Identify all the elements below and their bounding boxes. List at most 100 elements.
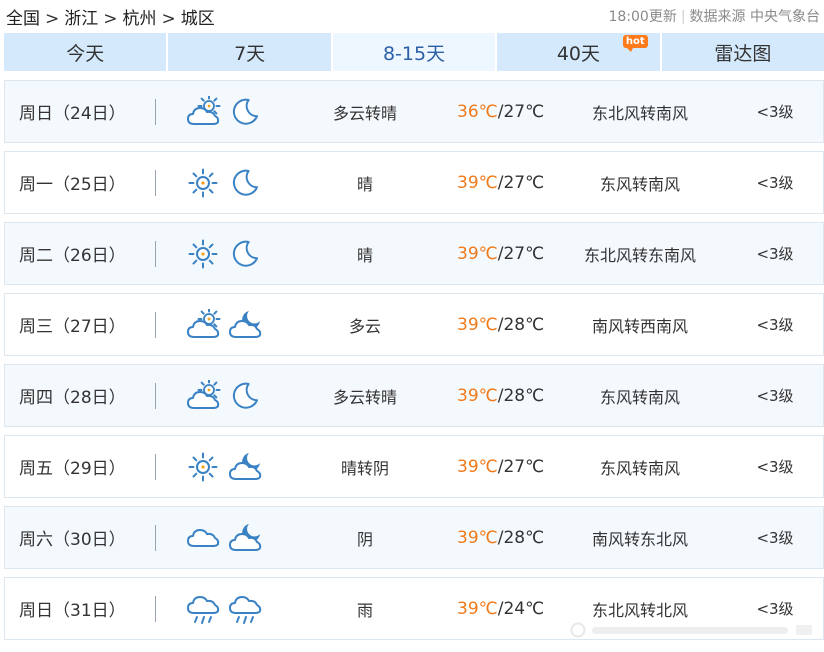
wind-direction: 南风转东北风 [591,529,688,549]
wind-level: <3级 [756,387,794,405]
high-temp: 39℃ [457,456,498,477]
breadcrumb-separator: > [45,9,60,29]
weather-icons [187,507,263,568]
forecast-row[interactable]: 周一（25日） 晴 39℃/27℃ 东风转南风 <3级 [4,151,824,214]
divider [155,312,156,338]
tab-label: 今天 [66,42,105,65]
cloudy-night-icon [229,310,262,338]
day-label: 周日（24日） [19,104,126,124]
tab-8-15-days[interactable]: 8-15天 [332,33,496,71]
forecast-row[interactable]: 周三（27日） 多云 39℃/28℃ 南风转西南风 <3级 [4,293,824,356]
low-temp: 27℃ [503,172,545,193]
weather-description: 晴 [356,245,373,265]
tab-label: 8-15天 [382,42,446,65]
weather-description: 多云 [348,316,381,336]
temperature-range: 39℃/28℃ [457,385,545,406]
tab-7-days[interactable]: 7天 [168,33,331,71]
high-temp: 39℃ [457,314,498,335]
wind-direction: 东风转南风 [599,458,680,478]
forecast-row[interactable]: 周二（26日） 晴 39℃/27℃ 东北风转东南风 <3级 [4,222,824,285]
wind-direction: 东北风转东南风 [583,245,696,265]
partly-cloudy-icon [187,308,221,338]
cloudy-night-icon [229,523,262,551]
divider [155,525,156,551]
partly-cloudy-icon [187,379,221,412]
moon-icon [232,382,258,409]
rain-icon [229,593,263,625]
temperature-range: 36℃/27℃ [457,101,545,122]
weather-description: 雨 [356,600,373,620]
weather-icons [187,436,263,497]
sun-icon [187,451,221,483]
weather-description: 晴 [356,174,373,194]
tab-label: 40天 [556,42,601,65]
forecast-tabs: 今天 7天 8-15天 40天 hot 雷达图 [4,33,824,71]
partly-cloudy-icon [187,95,221,125]
breadcrumb: 全国 > 浙江 > 杭州 > 城区 [6,4,215,29]
high-temp: 39℃ [457,385,498,406]
weather-icons [187,223,263,284]
sun-icon [187,167,221,199]
high-temp: 39℃ [457,172,498,193]
low-temp: 28℃ [503,314,545,335]
wind-level: <3级 [756,316,794,334]
day-label: 周三（27日） [19,317,126,337]
temperature-range: 39℃/28℃ [457,314,545,335]
divider [155,241,156,267]
watermark-logo [570,622,812,638]
update-info: 18:00更新 | 数据来源 中央气象台 [608,6,820,26]
breadcrumb-separator: > [103,9,118,29]
breadcrumb-district: 城区 [180,9,215,29]
wind-level: <3级 [756,245,794,263]
day-label: 周日（31日） [19,601,126,621]
day-label: 周二（26日） [19,246,126,266]
divider [155,454,156,480]
high-temp: 39℃ [457,527,498,548]
low-temp: 27℃ [503,101,545,122]
breadcrumb-province[interactable]: 浙江 [64,9,98,29]
weather-description: 多云转晴 [332,387,397,407]
divider [155,99,156,125]
moon-icon [232,240,258,267]
weather-icons [187,81,263,142]
cloud-icon [187,528,220,547]
update-time: 18:00更新 [608,9,677,25]
divider [155,170,156,196]
wind-direction: 南风转西南风 [591,316,688,336]
weather-icons [187,578,263,639]
sun-icon [188,239,218,268]
partly-cloudy-icon [187,379,221,409]
forecast-row[interactable]: 周四（28日） 多云转晴 39℃/28℃ 东风转南风 <3级 [4,364,824,427]
wind-level: <3级 [756,529,794,547]
tab-40-days[interactable]: 40天 hot [497,33,660,71]
moon-icon [229,238,263,270]
weather-icons [187,152,263,213]
cloudy-night-icon [229,309,263,341]
cloudy-night-icon [229,451,263,483]
partly-cloudy-icon [187,308,221,341]
high-temp: 39℃ [457,243,498,264]
forecast-row[interactable]: 周六（30日） 阴 39℃/28℃ 南风转东北风 <3级 [4,506,824,569]
data-source: 数据来源 中央气象台 [689,9,820,25]
temperature-range: 39℃/24℃ [457,598,545,619]
day-label: 周五（29日） [19,459,126,479]
moon-icon [229,96,263,128]
wind-level: <3级 [756,103,794,121]
moon-icon [232,169,258,196]
separator: | [680,9,686,25]
cloud-icon [187,522,221,554]
tab-radar[interactable]: 雷达图 [661,33,824,71]
wind-direction: 东北风转南风 [591,103,688,123]
cloudy-night-icon [229,452,262,480]
forecast-row[interactable]: 周五（29日） 晴转阴 39℃/27℃ 东风转南风 <3级 [4,435,824,498]
tab-today[interactable]: 今天 [4,33,167,71]
temperature-range: 39℃/27℃ [457,172,545,193]
sun-icon [188,168,218,197]
rain-icon [187,595,220,624]
divider [155,383,156,409]
breadcrumb-country[interactable]: 全国 [6,9,40,29]
rain-icon [187,593,221,625]
breadcrumb-city[interactable]: 杭州 [123,9,157,29]
forecast-row[interactable]: 周日（24日） 多云转晴 36℃/27℃ 东北风转南风 <3级 [4,80,824,143]
low-temp: 27℃ [503,243,545,264]
